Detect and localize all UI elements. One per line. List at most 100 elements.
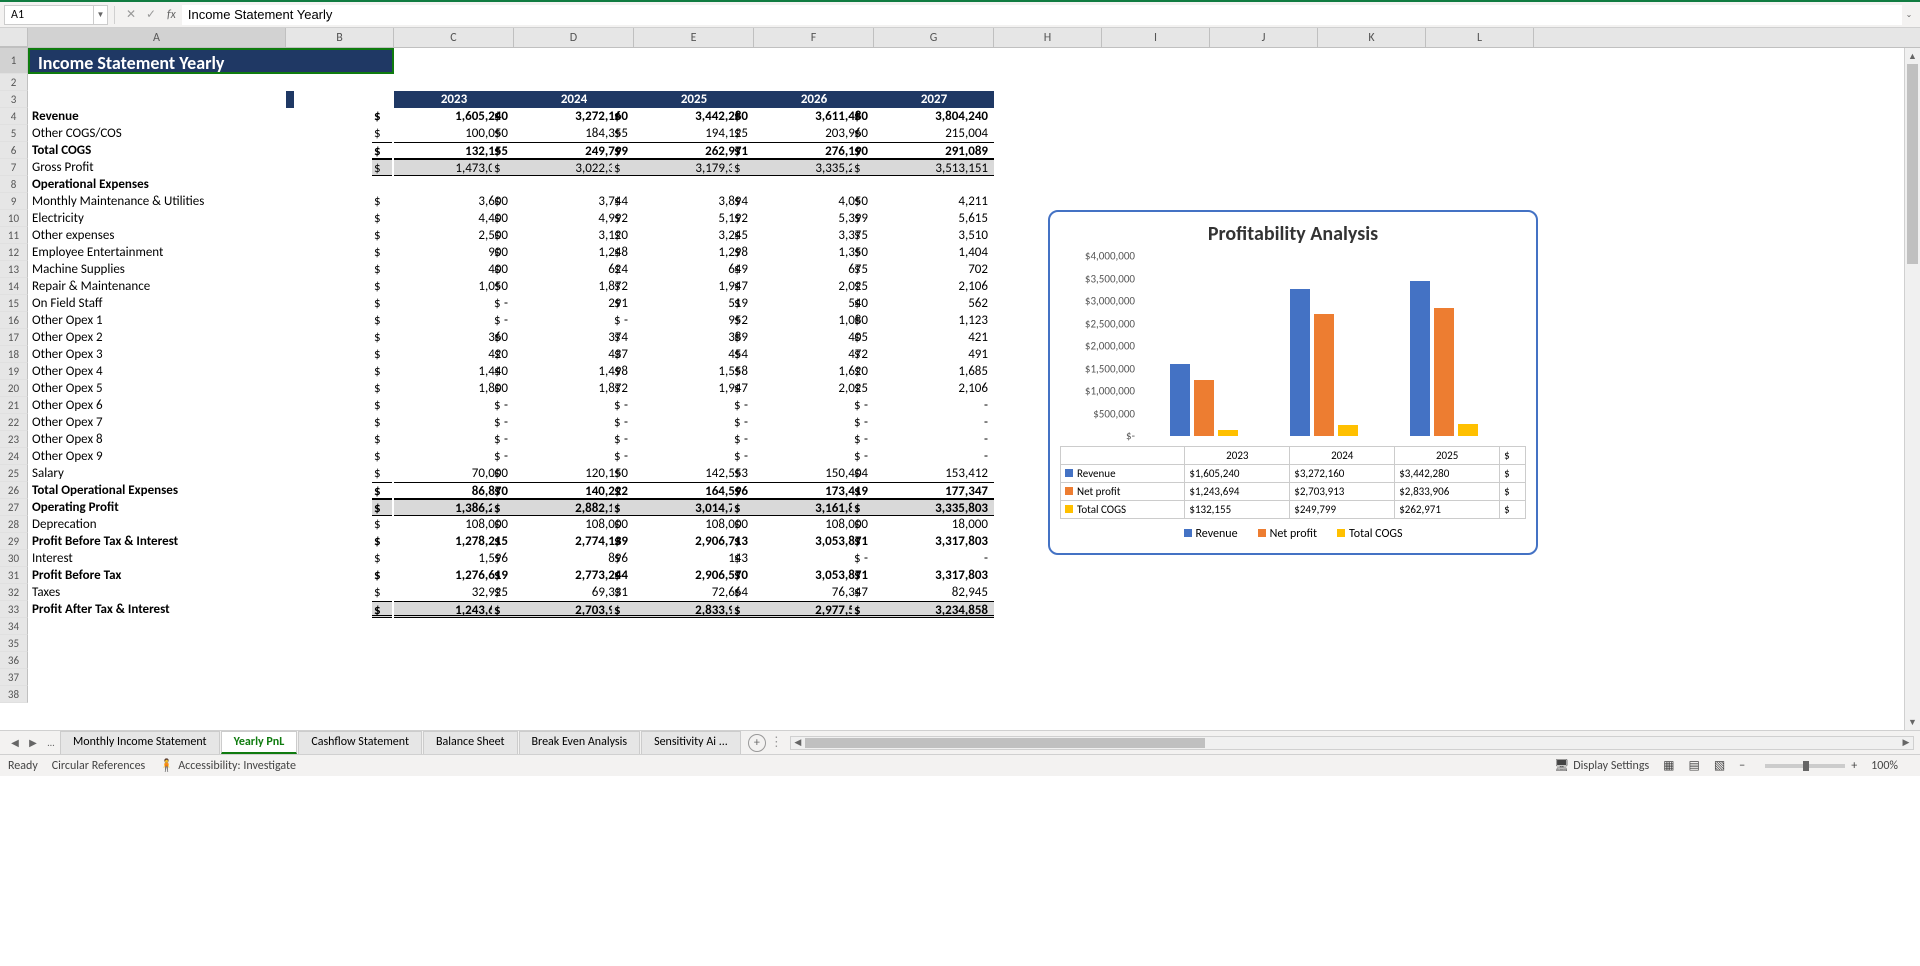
cell-value-r11-c4[interactable]: 3,510 (874, 227, 994, 244)
view-page-layout-button[interactable]: ▤ (1689, 758, 1700, 773)
cell-value-r24-c4[interactable]: - (874, 448, 994, 465)
row-header-12[interactable]: 12 (0, 244, 28, 261)
cell-value-r26-c4[interactable]: 177,347 (874, 482, 994, 499)
row-header-37[interactable]: 37 (0, 669, 28, 686)
row-header-9[interactable]: 9 (0, 193, 28, 210)
sheet-tab-sensitivity-ai-[interactable]: Sensitivity Ai ... (641, 731, 741, 754)
row-header-30[interactable]: 30 (0, 550, 28, 567)
column-header-G[interactable]: G (874, 28, 994, 47)
column-header-C[interactable]: C (394, 28, 514, 47)
cell-value-r10-c4[interactable]: 5,615 (874, 210, 994, 227)
enter-icon[interactable]: ✓ (141, 5, 161, 25)
row-label-17[interactable]: Other Opex 2 (28, 329, 286, 346)
tab-nav-next[interactable]: ▶ (24, 734, 42, 752)
cell-value-r5-c4[interactable]: 215,004 (874, 125, 994, 142)
row-label-33[interactable]: Profit After Tax & Interest (28, 601, 286, 618)
cell-value-r31-c4[interactable]: 3,317,803 (874, 567, 994, 584)
row-label-29[interactable]: Profit Before Tax & Interest (28, 533, 286, 550)
year-header-blank[interactable] (286, 91, 294, 108)
cell-value-r4-c4[interactable]: 3,804,240 (874, 108, 994, 125)
year-header-2026[interactable]: 2026 (754, 91, 874, 108)
year-header-2023[interactable]: 2023 (394, 91, 514, 108)
display-settings-button[interactable]: 🖥 Display Settings (1554, 758, 1649, 773)
sheet-tab-monthly-income-statement[interactable]: Monthly Income Statement (60, 731, 220, 754)
row-label-23[interactable]: Other Opex 8 (28, 431, 286, 448)
row-header-35[interactable]: 35 (0, 635, 28, 652)
row-header-11[interactable]: 11 (0, 227, 28, 244)
cell-value-r22-c4[interactable]: - (874, 414, 994, 431)
cell-value-r15-c4[interactable]: 562 (874, 295, 994, 312)
row-header-13[interactable]: 13 (0, 261, 28, 278)
row-header-4[interactable]: 4 (0, 108, 28, 125)
cell-value-r20-c4[interactable]: 2,106 (874, 380, 994, 397)
row-header-23[interactable]: 23 (0, 431, 28, 448)
row-header-21[interactable]: 21 (0, 397, 28, 414)
row-header-38[interactable]: 38 (0, 686, 28, 703)
zoom-level[interactable]: 100% (1871, 759, 1898, 773)
row-label-15[interactable]: On Field Staff (28, 295, 286, 312)
row-header-22[interactable]: 22 (0, 414, 28, 431)
row-header-27[interactable]: 27 (0, 499, 28, 516)
row-label-21[interactable]: Other Opex 6 (28, 397, 286, 414)
row-header-19[interactable]: 19 (0, 363, 28, 380)
column-header-D[interactable]: D (514, 28, 634, 47)
row-header-34[interactable]: 34 (0, 618, 28, 635)
row-header-1[interactable]: 1 (0, 48, 28, 74)
sheet-tab-balance-sheet[interactable]: Balance Sheet (423, 731, 518, 754)
year-header-2027[interactable]: 2027 (874, 91, 994, 108)
row-header-5[interactable]: 5 (0, 125, 28, 142)
name-box-dropdown[interactable]: ▼ (94, 5, 108, 25)
select-all-corner[interactable] (0, 28, 28, 47)
row-label-4[interactable]: Revenue (28, 108, 286, 125)
row-header-24[interactable]: 24 (0, 448, 28, 465)
row-label-16[interactable]: Other Opex 1 (28, 312, 286, 329)
row-label-10[interactable]: Electricity (28, 210, 286, 227)
year-header-2025[interactable]: 2025 (634, 91, 754, 108)
cell-value-r19-c4[interactable]: 1,685 (874, 363, 994, 380)
row-header-16[interactable]: 16 (0, 312, 28, 329)
row-header-25[interactable]: 25 (0, 465, 28, 482)
row-header-28[interactable]: 28 (0, 516, 28, 533)
fx-label[interactable]: fx (167, 8, 176, 22)
row-label-25[interactable]: Salary (28, 465, 286, 482)
row-label-13[interactable]: Machine Supplies (28, 261, 286, 278)
tab-nav-prev[interactable]: ◀ (6, 734, 24, 752)
row-label-18[interactable]: Other Opex 3 (28, 346, 286, 363)
cell-value-r28-c4[interactable]: 18,000 (874, 516, 994, 533)
row-header-18[interactable]: 18 (0, 346, 28, 363)
column-header-J[interactable]: J (1210, 28, 1318, 47)
cell-value-r25-c4[interactable]: 153,412 (874, 465, 994, 482)
row-header-7[interactable]: 7 (0, 159, 28, 176)
row-label-26[interactable]: Total Operational Expenses (28, 482, 286, 499)
row-label-30[interactable]: Interest (28, 550, 286, 567)
row-label-20[interactable]: Other Opex 5 (28, 380, 286, 397)
row-label-6[interactable]: Total COGS (28, 142, 286, 159)
sheet-tab-break-even-analysis[interactable]: Break Even Analysis (519, 731, 641, 754)
row-header-17[interactable]: 17 (0, 329, 28, 346)
row-label-32[interactable]: Taxes (28, 584, 286, 601)
formula-bar-expand[interactable]: ⌄ (1902, 5, 1916, 25)
formula-input[interactable] (182, 5, 1902, 25)
cell-value-r14-c4[interactable]: 2,106 (874, 278, 994, 295)
row-label-14[interactable]: Repair & Maintenance (28, 278, 286, 295)
row-label-28[interactable]: Deprecation (28, 516, 286, 533)
row-header-6[interactable]: 6 (0, 142, 28, 159)
status-circular-refs[interactable]: Circular References (52, 759, 145, 773)
column-header-A[interactable]: A (28, 28, 286, 47)
column-header-I[interactable]: I (1102, 28, 1210, 47)
cell-value-r29-c4[interactable]: 3,317,803 (874, 533, 994, 550)
row-header-15[interactable]: 15 (0, 295, 28, 312)
row-header-20[interactable]: 20 (0, 380, 28, 397)
cell-value-r6-c4[interactable]: 291,089 (874, 142, 994, 159)
horizontal-scrollbar[interactable]: ◀ ▶ (790, 736, 1914, 750)
column-header-L[interactable]: L (1426, 28, 1534, 47)
row-header-36[interactable]: 36 (0, 652, 28, 669)
cell-value-r16-c4[interactable]: 1,123 (874, 312, 994, 329)
row-header-10[interactable]: 10 (0, 210, 28, 227)
cancel-icon[interactable]: ✕ (121, 5, 141, 25)
row-label-19[interactable]: Other Opex 4 (28, 363, 286, 380)
row-label-24[interactable]: Other Opex 9 (28, 448, 286, 465)
cell-value-r18-c4[interactable]: 491 (874, 346, 994, 363)
row-label-11[interactable]: Other expenses (28, 227, 286, 244)
year-header-2024[interactable]: 2024 (514, 91, 634, 108)
